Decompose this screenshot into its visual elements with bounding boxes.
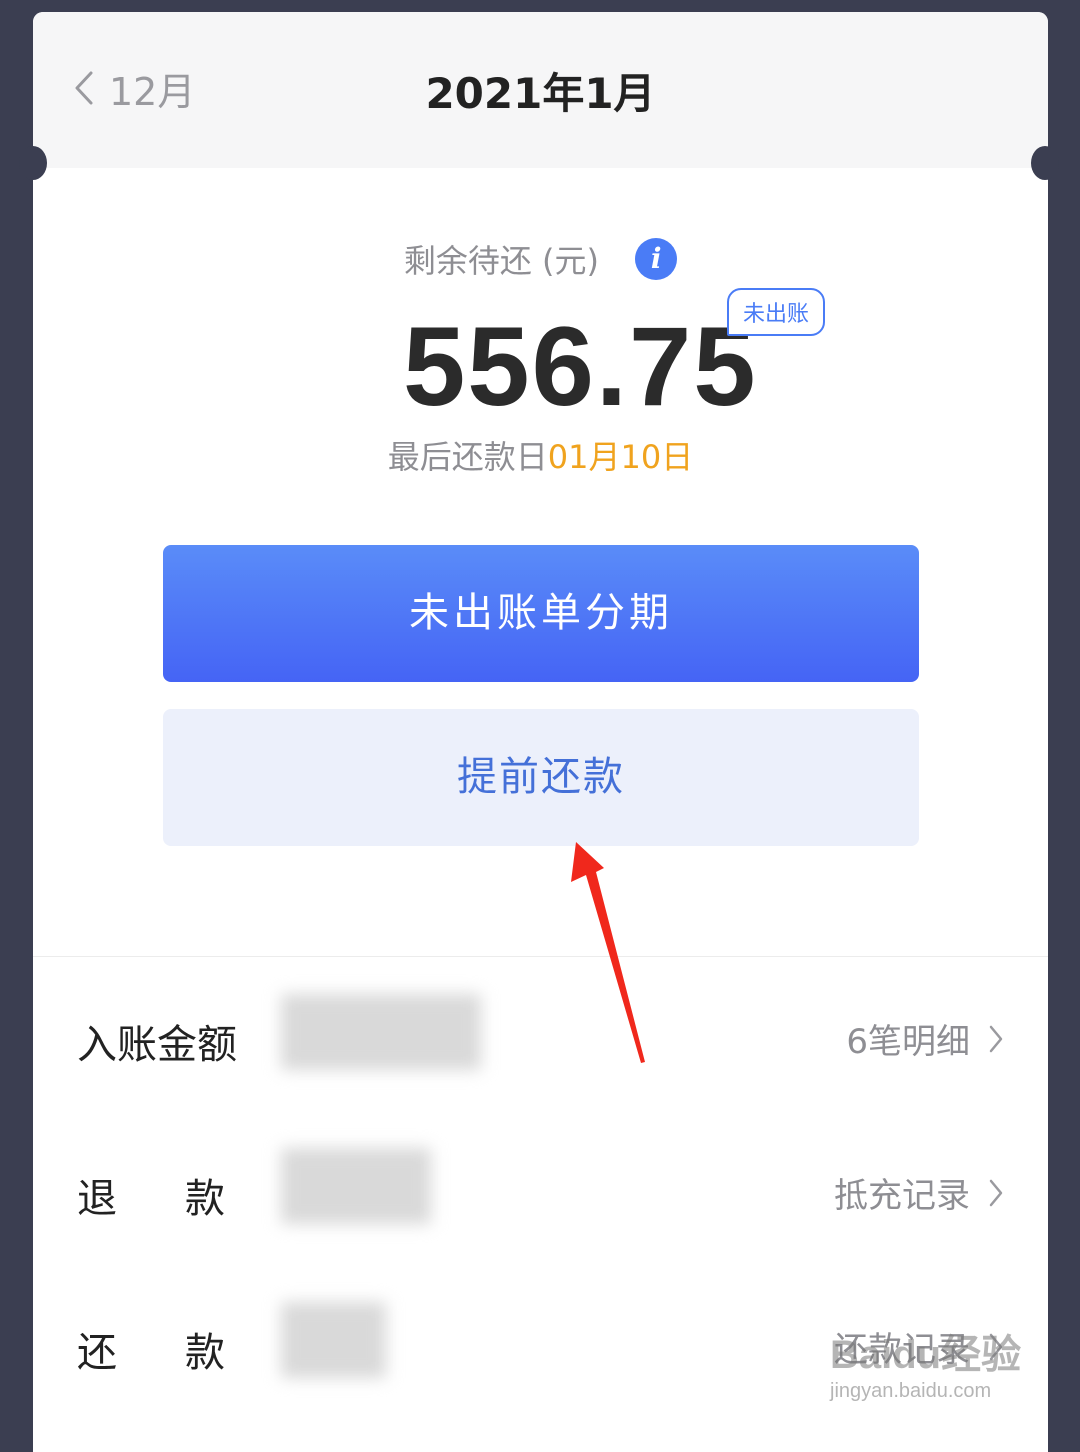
blurred-value [281, 994, 481, 1070]
info-icon[interactable]: i [635, 238, 678, 280]
early-repayment-button[interactable]: 提前还款 [163, 709, 919, 846]
details-link[interactable]: 6笔明细 [846, 1014, 1004, 1063]
blurred-value [281, 1148, 431, 1224]
installment-button[interactable]: 未出账单分期 [163, 545, 919, 682]
detail-row-refund: 退款 抵充记录 [33, 1142, 1048, 1242]
due-date-row: 最后还款日01月10日 [33, 432, 1048, 478]
watermark: Baidu经验 jingyan.baidu.com [830, 1322, 1021, 1403]
chevron-right-icon [989, 1025, 1003, 1052]
bill-card: 12月 2021年1月 剩余待还 (元) i 556.75 未出账 最后还款日0… [33, 12, 1048, 1452]
remaining-amount: 556.75 [403, 304, 758, 429]
row-label: 退款 [77, 1176, 293, 1222]
link-label: 抵充记录 [834, 1176, 970, 1216]
detail-row-posted: 入账金额 6笔明细 [33, 988, 1048, 1088]
balance-label-row: 剩余待还 (元) i [33, 236, 1048, 282]
row-label: 入账金额 [77, 1022, 237, 1068]
watermark-logo: Baidu经验 [830, 1333, 1022, 1377]
ticket-notch-right [1031, 146, 1059, 180]
month-header: 12月 2021年1月 [33, 12, 1048, 168]
page-title: 2021年1月 [425, 69, 656, 118]
remaining-label: 剩余待还 (元) [403, 242, 599, 280]
due-label: 最后还款日 [387, 438, 548, 476]
due-date: 01月10日 [547, 438, 694, 476]
status-badge: 未出账 [727, 288, 826, 336]
watermark-url: jingyan.baidu.com [830, 1380, 992, 1402]
blurred-value [281, 1302, 386, 1378]
row-label: 还款 [77, 1330, 293, 1376]
offset-records-link[interactable]: 抵充记录 [834, 1168, 1004, 1217]
ticket-notch-left [19, 146, 47, 180]
chevron-right-icon [989, 1179, 1003, 1206]
link-label: 6笔明细 [846, 1022, 970, 1062]
divider [33, 956, 1048, 957]
